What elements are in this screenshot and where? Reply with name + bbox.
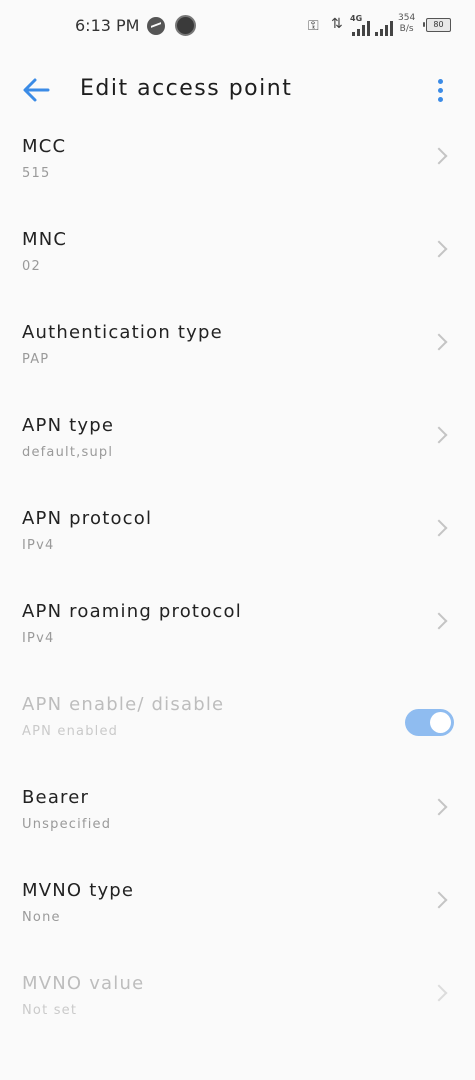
chevron-right-icon [430,147,448,165]
speed-unit: B/s [399,24,414,34]
signal-icon-2 [375,20,393,36]
setting-apn-protocol[interactable]: APN protocol IPv4 [0,492,475,585]
setting-mvno-value: MVNO value Not set [0,957,475,1050]
setting-value: 515 [22,166,51,181]
setting-apn-type[interactable]: APN type default,supl [0,399,475,492]
screen-record-icon [175,15,196,36]
chevron-right-icon [430,891,448,909]
setting-title: Bearer [22,787,90,808]
chevron-right-icon [430,798,448,816]
toggle-knob [430,712,451,733]
vpn-key-icon: ⚿ [308,18,319,34]
setting-value: PAP [22,352,50,367]
setting-mvno-type[interactable]: MVNO type None [0,864,475,957]
setting-bearer[interactable]: Bearer Unspecified [0,771,475,864]
setting-apn-enable: APN enable/ disable APN enabled [0,678,475,771]
chevron-right-icon [430,612,448,630]
setting-title: APN type [22,415,115,436]
chevron-right-icon [430,426,448,444]
messenger-icon [147,17,165,35]
data-arrows-icon: ⇅ [331,16,343,32]
signal-icon [352,20,370,36]
chevron-right-icon [430,240,448,258]
setting-title: Authentication type [22,322,223,343]
setting-title: MVNO type [22,880,135,901]
back-button[interactable] [18,72,58,108]
setting-title: APN roaming protocol [22,601,242,622]
setting-value: IPv4 [22,631,55,646]
status-time: 6:13 PM [75,16,140,35]
speed-value: 354 [398,13,416,23]
status-bar: 6:13 PM ⚿ ⇅ 4G 354 B/s 80 [0,0,475,52]
setting-value: Unspecified [22,817,112,832]
page-title: Edit access point [80,76,293,101]
network-speed: 354 B/s [398,13,415,35]
setting-authentication-type[interactable]: Authentication type PAP [0,306,475,399]
chevron-right-icon [430,984,448,1002]
setting-title: APN enable/ disable [22,694,225,715]
setting-value: Not set [22,1003,78,1018]
setting-title: MCC [22,136,67,157]
setting-title: MNC [22,229,68,250]
setting-title: APN protocol [22,508,153,529]
setting-value: 02 [22,259,41,274]
setting-value: APN enabled [22,724,119,739]
chevron-right-icon [430,333,448,351]
setting-mcc[interactable]: MCC 515 [0,120,475,213]
app-bar: Edit access point [0,60,475,120]
chevron-right-icon [430,519,448,537]
more-options-button[interactable] [428,74,452,106]
apn-enable-toggle [405,709,454,736]
arrow-left-icon [23,78,50,102]
setting-value: None [22,910,61,925]
setting-value: IPv4 [22,538,55,553]
setting-value: default,supl [22,445,114,460]
battery-icon: 80 [423,18,451,32]
setting-title: MVNO value [22,973,145,994]
settings-list: MCC 515 MNC 02 Authentication type PAP A… [0,120,475,1050]
setting-mnc[interactable]: MNC 02 [0,213,475,306]
setting-apn-roaming-protocol[interactable]: APN roaming protocol IPv4 [0,585,475,678]
